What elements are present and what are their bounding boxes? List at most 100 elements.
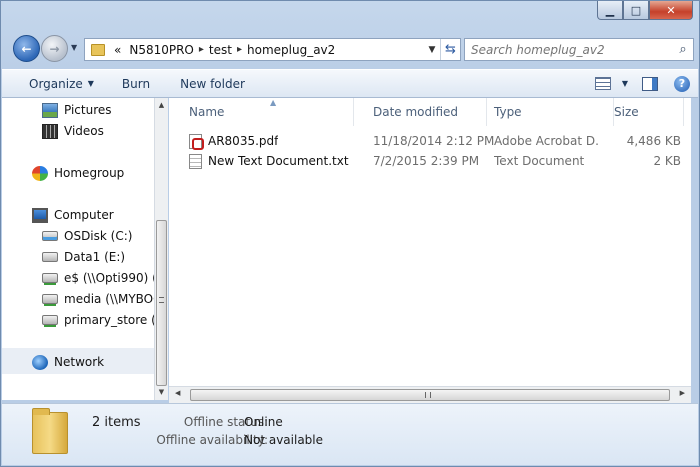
- preview-pane-icon[interactable]: [642, 76, 658, 91]
- minimize-button[interactable]: ▁: [597, 1, 623, 20]
- maximize-button[interactable]: □: [623, 1, 649, 20]
- command-bar: Organize ▼ Burn New folder ▼ ?: [2, 69, 698, 98]
- forward-button[interactable]: →: [41, 35, 68, 62]
- nav-item-media[interactable]: media (\\MYBOOK: [42, 290, 154, 308]
- back-button[interactable]: ←: [13, 35, 40, 62]
- osdisk-icon: [42, 231, 58, 241]
- file-list: ▲ Name Date modified Type Size AR8035.pd…: [169, 98, 691, 386]
- scroll-down-button[interactable]: ▼: [155, 385, 168, 400]
- refresh-button[interactable]: ⇆: [440, 39, 460, 60]
- file-size-cell: 2 KB: [653, 154, 681, 168]
- file-list-horizontal-scrollbar[interactable]: ◀ ▶: [169, 386, 691, 403]
- breadcrumb-overflow[interactable]: «: [110, 43, 125, 57]
- scroll-up-button[interactable]: ▲: [155, 98, 168, 113]
- address-dropdown-button[interactable]: ▼: [424, 45, 440, 55]
- file-date-cell: 7/2/2015 2:39 PM: [373, 154, 480, 168]
- file-row[interactable]: AR8035.pdf 11/18/2014 2:12 PM Adobe Acro…: [169, 131, 691, 151]
- nav-item-videos[interactable]: Videos: [42, 122, 104, 140]
- burn-button[interactable]: Burn: [104, 70, 160, 97]
- new-folder-button[interactable]: New folder: [160, 70, 255, 97]
- breadcrumb-separator[interactable]: ▸: [236, 44, 243, 55]
- address-bar[interactable]: « N5810PRO ▸ test ▸ homeplug_av2 ▼ ⇆: [84, 38, 461, 61]
- folder-icon: [91, 43, 105, 56]
- column-label: Size: [614, 105, 639, 119]
- file-name-cell[interactable]: New Text Document.txt: [189, 151, 349, 171]
- nav-item-osdisk[interactable]: OSDisk (C:): [42, 227, 132, 245]
- column-label: Date modified: [373, 105, 459, 119]
- recent-pages-button[interactable]: ▼: [71, 43, 77, 52]
- navigation-pane: Pictures Videos Homegroup Computer OSDis…: [2, 98, 154, 400]
- pdf-file-icon: [189, 133, 204, 150]
- navigation-pane-scrollbar[interactable]: ▲ ▼: [154, 98, 168, 400]
- nav-item-label: Computer: [54, 208, 114, 222]
- file-type-cell: Adobe Acrobat D...: [494, 134, 598, 148]
- nav-item-homegroup[interactable]: Homegroup: [32, 164, 124, 182]
- search-icon[interactable]: ⌕: [673, 42, 693, 57]
- nav-item-label: primary_store (\\: [64, 313, 154, 327]
- change-view-icon[interactable]: [594, 77, 611, 90]
- close-button[interactable]: ✕: [649, 1, 693, 20]
- nav-item-e-share[interactable]: e$ (\\Opti990) (X:): [42, 269, 154, 287]
- folder-icon: [32, 408, 68, 454]
- grip-icon: [425, 392, 431, 398]
- nav-item-pictures[interactable]: Pictures: [42, 101, 112, 119]
- item-count: 2 items: [92, 415, 141, 430]
- pictures-icon: [42, 102, 58, 118]
- column-header-type[interactable]: Type: [487, 98, 614, 126]
- file-size-cell: 4,486 KB: [626, 134, 681, 148]
- nav-item-primary-store[interactable]: primary_store (\\: [42, 311, 154, 329]
- nav-item-label: OSDisk (C:): [64, 229, 133, 243]
- nav-item-label: Videos: [64, 124, 104, 138]
- nav-item-label: e$ (\\Opti990) (X:): [64, 271, 154, 285]
- file-type-cell: Text Document: [494, 154, 585, 168]
- caption-buttons: ▁ □ ✕: [597, 1, 693, 20]
- file-row[interactable]: New Text Document.txt 7/2/2015 2:39 PM T…: [169, 151, 691, 171]
- drive-icon: [42, 252, 58, 262]
- network-drive-icon: [42, 294, 58, 304]
- column-header-size[interactable]: Size: [604, 98, 684, 126]
- column-label: Name: [189, 105, 225, 119]
- view-options-dropdown[interactable]: ▼: [611, 79, 628, 88]
- breadcrumb-separator[interactable]: ▸: [198, 44, 205, 55]
- column-header-date-modified[interactable]: Date modified: [354, 98, 487, 126]
- details-pane: 2 items Offline status: Online Offline a…: [2, 403, 698, 465]
- breadcrumb-test[interactable]: test: [205, 43, 236, 57]
- burn-label: Burn: [121, 76, 151, 91]
- computer-icon: [32, 207, 48, 223]
- nav-item-label: Data1 (E:): [64, 250, 126, 264]
- column-label: Type: [494, 105, 522, 119]
- scroll-left-button[interactable]: ◀: [175, 389, 180, 397]
- text-file-icon: [189, 153, 202, 169]
- file-name-cell[interactable]: AR8035.pdf: [189, 131, 278, 151]
- new-folder-label: New folder: [180, 76, 245, 91]
- search-input[interactable]: [465, 42, 673, 57]
- explorer-window: ▁ □ ✕ ← → ▼ « N5810PRO ▸ test ▸ homeplug…: [0, 0, 700, 467]
- view-controls: ▼ ?: [594, 75, 698, 92]
- nav-item-label: Homegroup: [54, 166, 125, 180]
- scrollbar-thumb[interactable]: [156, 220, 167, 386]
- search-box[interactable]: ⌕: [464, 38, 694, 61]
- file-name: New Text Document.txt: [208, 154, 349, 168]
- grip-icon: [159, 297, 164, 303]
- nav-item-data1[interactable]: Data1 (E:): [42, 248, 125, 266]
- organize-label: Organize: [29, 76, 83, 91]
- scroll-right-button[interactable]: ▶: [680, 389, 685, 397]
- network-drive-icon: [42, 315, 58, 325]
- back-arrow-icon: ←: [21, 41, 32, 56]
- file-date-cell: 11/18/2014 2:12 PM: [373, 134, 495, 148]
- scrollbar-thumb[interactable]: [190, 389, 670, 401]
- forward-arrow-icon: →: [49, 41, 60, 56]
- file-name: AR8035.pdf: [208, 134, 279, 148]
- nav-item-label: media (\\MYBOOK: [64, 292, 154, 306]
- nav-item-label: Network: [54, 355, 105, 369]
- column-headers: ▲ Name Date modified Type Size: [169, 98, 691, 126]
- offline-status-value: Online: [244, 415, 283, 429]
- nav-item-network[interactable]: Network: [32, 353, 104, 371]
- homegroup-icon: [32, 165, 48, 181]
- column-header-name[interactable]: Name: [169, 98, 354, 126]
- nav-item-computer[interactable]: Computer: [32, 206, 114, 224]
- breadcrumb-homeplug-av2[interactable]: homeplug_av2: [243, 43, 339, 57]
- help-icon[interactable]: ?: [674, 75, 690, 92]
- breadcrumb-n5810pro[interactable]: N5810PRO: [125, 43, 198, 57]
- organize-menu-button[interactable]: Organize ▼: [2, 70, 104, 97]
